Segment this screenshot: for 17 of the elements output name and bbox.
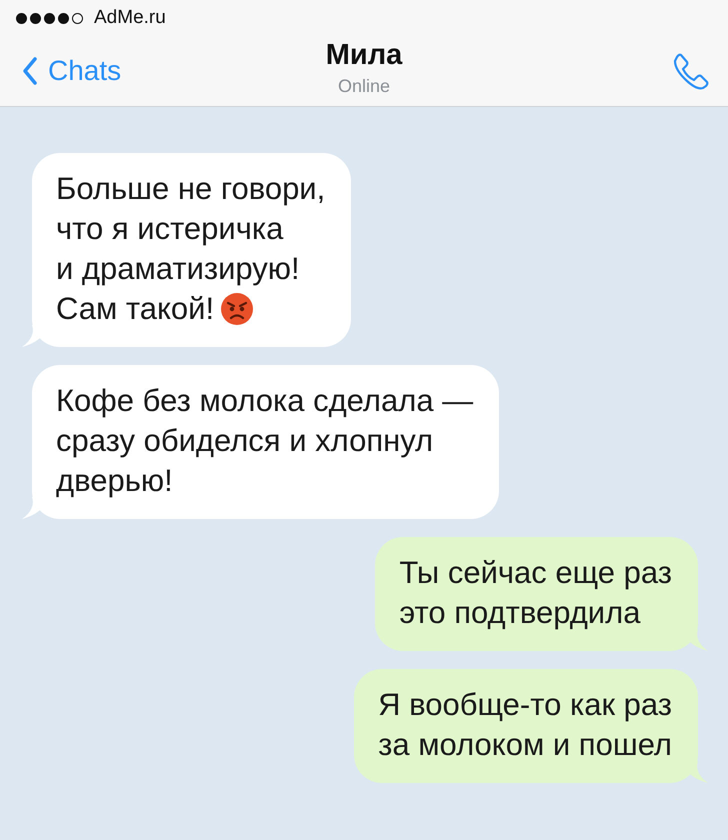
message-text: сразу обиделся и хлопнул: [56, 422, 434, 460]
message-text: за молоком и пошел: [378, 726, 672, 764]
message-text: Ты сейчас еще раз: [399, 554, 672, 592]
message-text: Сам такой!: [56, 290, 214, 328]
contact-name: Мила: [326, 39, 402, 72]
message-text: Больше не говори,: [56, 170, 326, 208]
chevron-left-icon: [22, 56, 38, 86]
back-button[interactable]: Chats: [18, 51, 126, 91]
phone-icon[interactable]: [672, 52, 710, 90]
carrier-name: AdMe.ru: [94, 7, 166, 29]
contact-status: Online: [338, 76, 390, 97]
message-text: это подтвердила: [399, 594, 640, 632]
message-text: Кофе без молока сделала —: [56, 382, 474, 420]
message-text: дверью!: [56, 462, 173, 500]
message-text: и драматизирую!: [56, 250, 300, 288]
message-text: Я вообще-то как раз: [378, 686, 672, 724]
message-text: что я истеричка: [56, 210, 284, 248]
